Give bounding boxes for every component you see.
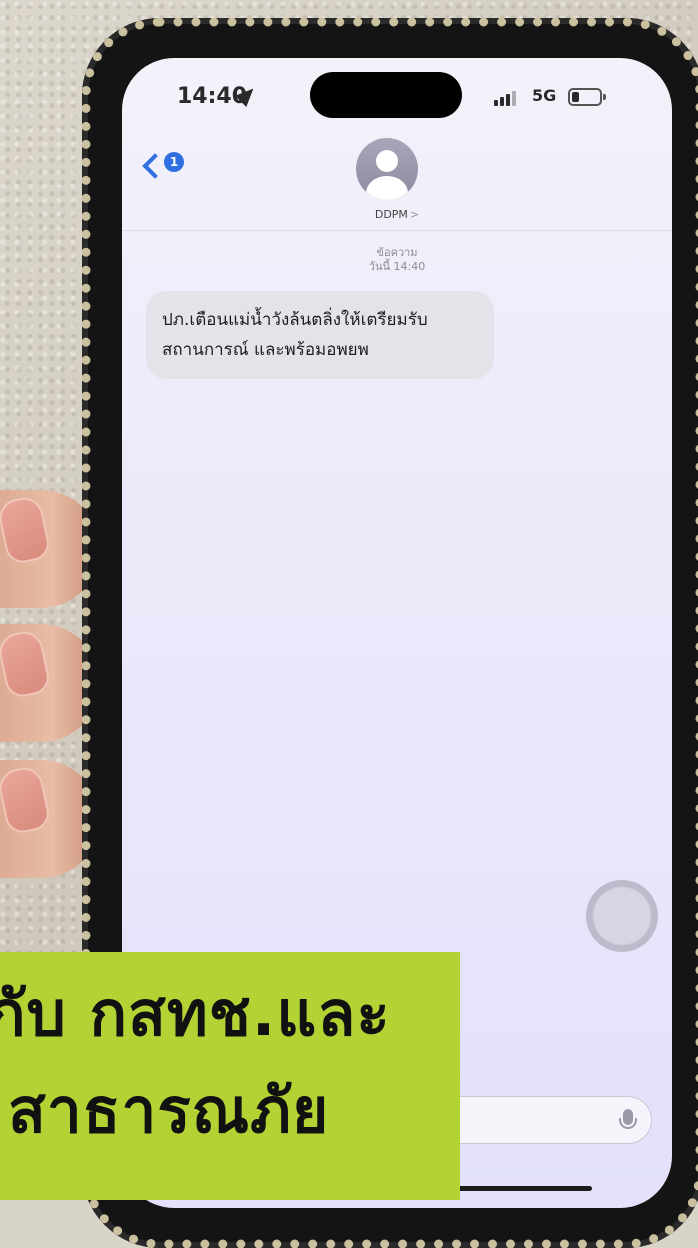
dynamic-island <box>310 72 462 118</box>
fingernail <box>0 494 53 566</box>
header-divider <box>122 230 672 231</box>
assistive-touch-button[interactable] <box>586 880 658 952</box>
back-button[interactable]: 1 <box>142 148 202 188</box>
message-timestamp: ข้อความ วันนี้ 14:40 <box>122 246 672 274</box>
caption-line: กับ กสทช.และ <box>0 978 391 1050</box>
caption-line: สาธารณภัย <box>8 1075 330 1147</box>
battery-icon <box>568 88 606 106</box>
signal-icon <box>494 90 520 106</box>
message-time-label: วันนี้ 14:40 <box>368 260 426 273</box>
contact-name[interactable]: DDPM > <box>122 208 672 221</box>
microphone-icon[interactable] <box>619 1109 637 1129</box>
message-line: สถานการณ์ และพร้อมอพยพ <box>162 340 369 360</box>
status-bar: 14:40 5G <box>122 58 672 128</box>
message-type-label: ข้อความ <box>376 246 418 259</box>
fingernail <box>0 764 53 836</box>
fingernail <box>0 628 53 700</box>
message-line: ปภ.เตือนแม่น้ำวังล้นตลิ่งให้เตรียมรับ <box>162 310 428 330</box>
contact-name-label: DDPM <box>374 208 408 221</box>
home-indicator[interactable] <box>452 1186 592 1191</box>
network-label: 5G <box>532 86 557 105</box>
conversation-header: 1 DDPM > <box>122 128 672 238</box>
avatar[interactable] <box>356 138 418 200</box>
message-bubble[interactable]: ปภ.เตือนแม่น้ำวังล้นตลิ่งให้เตรียมรับ สถ… <box>146 291 494 379</box>
chevron-right-icon: > <box>409 208 420 221</box>
unread-badge: 1 <box>164 152 184 172</box>
